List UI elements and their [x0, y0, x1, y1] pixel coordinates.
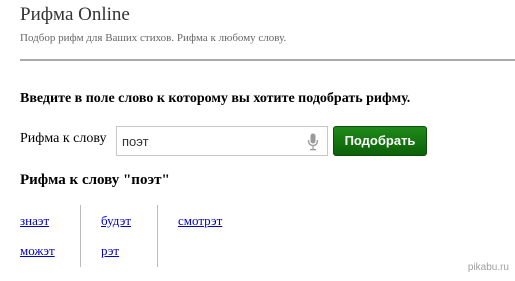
- site-subtitle: Подбор рифм для Ваших стихов. Рифма к лю…: [20, 32, 287, 44]
- microphone-icon[interactable]: [307, 133, 319, 151]
- rhyme-link[interactable]: знаэт: [20, 213, 49, 229]
- site-title: Рифма Online: [20, 4, 130, 25]
- watermark: pikabu.ru: [467, 262, 509, 273]
- results-heading: Рифма к слову "поэт": [20, 172, 170, 188]
- rhyme-link[interactable]: смотрэт: [178, 213, 222, 229]
- instruction-text: Введите в поле слово к которому вы хотит…: [20, 91, 411, 106]
- submit-button[interactable]: Подобрать: [333, 126, 427, 156]
- word-search-box[interactable]: [116, 126, 328, 156]
- rhyme-field-label: Рифма к слову: [20, 131, 107, 146]
- rhyme-link[interactable]: рэт: [101, 243, 119, 259]
- results-column-2: будэт рэт: [80, 205, 157, 267]
- results-column-3: смотрэт: [157, 205, 248, 267]
- rhyme-link[interactable]: можэт: [20, 243, 55, 259]
- rhyme-link[interactable]: будэт: [101, 213, 131, 229]
- header-divider: [20, 59, 515, 61]
- results-column-1: знаэт можэт: [20, 205, 80, 267]
- word-input[interactable]: [122, 131, 300, 151]
